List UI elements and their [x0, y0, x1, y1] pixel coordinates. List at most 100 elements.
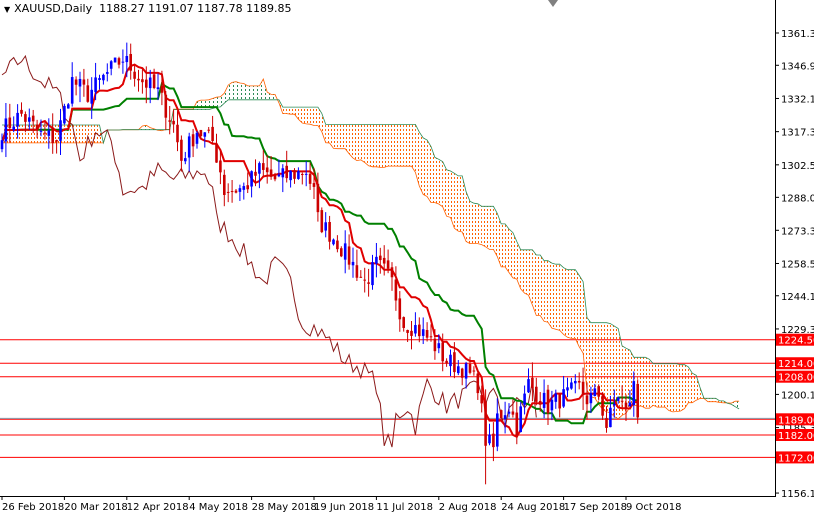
- candle-body: [429, 336, 433, 338]
- level-label: 1172.00: [778, 453, 814, 464]
- cloud-segment: [427, 139, 431, 203]
- cloud-segment: [684, 364, 689, 409]
- candle-body: [632, 381, 636, 406]
- cloud-segment: [555, 264, 560, 331]
- candle-body: [589, 393, 593, 404]
- candle-body: [449, 354, 452, 367]
- candle-body: [433, 338, 437, 352]
- cloud-segment: [477, 203, 482, 245]
- candle-body: [156, 87, 160, 90]
- candle-body: [176, 124, 179, 143]
- cloud-segment: [657, 363, 662, 408]
- candle-body: [78, 78, 82, 87]
- candle-body: [24, 114, 27, 122]
- cloud-segment: [672, 363, 677, 412]
- candle-body: [464, 363, 468, 379]
- cloud-segment: [364, 124, 369, 166]
- candle-body: [285, 165, 288, 179]
- cloud-segment: [384, 124, 389, 168]
- time-tick-label: 19 Jun 2018: [314, 502, 374, 513]
- candle-body: [121, 61, 125, 63]
- candle-body: [402, 317, 405, 328]
- cloud-segment: [711, 398, 716, 402]
- cloud-segment: [41, 124, 45, 143]
- cloud-segment: [446, 169, 451, 218]
- candle-body: [546, 389, 550, 414]
- candle-body: [20, 109, 23, 114]
- price-chart[interactable]: 1361.30 1346.90 1332.10 1317.30 1302.50 1288.…: [0, 0, 814, 514]
- price-tick-label: 1361.30: [781, 29, 814, 40]
- candle-body: [476, 373, 480, 394]
- candle-body: [347, 246, 351, 265]
- candle-body: [262, 163, 265, 170]
- price-tick-label: 1156.10: [781, 489, 814, 500]
- candle-body: [445, 360, 448, 364]
- candle-body: [160, 85, 164, 93]
- cloud-segment: [645, 357, 650, 409]
- candle-body: [538, 400, 542, 405]
- candle-body: [113, 57, 117, 63]
- chart-shift-marker-icon[interactable]: [548, 0, 558, 7]
- candle-body: [137, 78, 140, 81]
- cloud-segment: [239, 82, 244, 100]
- candle-body: [4, 118, 8, 142]
- cloud-segment: [399, 124, 404, 167]
- cloud-segment: [368, 124, 373, 167]
- candle-body: [51, 127, 54, 144]
- price-tick-label: 1302.50: [781, 161, 814, 172]
- candle-body: [609, 407, 612, 428]
- price-tick-label: 1258.50: [781, 259, 814, 270]
- candle-body: [234, 190, 238, 193]
- candle-body: [184, 158, 187, 162]
- cloud-segment: [325, 124, 330, 143]
- cloud-segment: [341, 124, 346, 149]
- cloud-segment: [356, 124, 361, 161]
- cloud-segment: [470, 201, 474, 244]
- cloud-segment: [204, 99, 209, 110]
- cloud-segment: [454, 173, 459, 232]
- candle-body: [191, 134, 195, 147]
- cloud-segment: [21, 124, 26, 143]
- candle-body: [597, 386, 600, 397]
- candle-body: [106, 72, 109, 74]
- candle-body: [316, 183, 320, 213]
- cloud-segment: [563, 267, 568, 338]
- time-tick-label: 4 May 2018: [189, 502, 248, 513]
- price-tick-label: 1273.30: [781, 226, 814, 237]
- cloud-segment: [661, 363, 665, 408]
- cloud-segment: [349, 124, 353, 159]
- cloud-segment: [360, 124, 365, 163]
- level-label: 1224.50: [778, 336, 814, 347]
- cloud-segment: [76, 124, 80, 143]
- cloud-segment: [489, 206, 494, 250]
- cloud-segment: [419, 132, 424, 195]
- candle-body: [70, 77, 74, 104]
- cloud-segment: [372, 124, 377, 167]
- candle-body: [254, 171, 257, 176]
- cloud-segment: [314, 107, 318, 126]
- cloud-segment: [680, 364, 685, 412]
- candle-body: [363, 279, 366, 281]
- candle-body: [624, 402, 628, 408]
- candle-body: [28, 117, 31, 122]
- cloud-segment: [247, 85, 252, 100]
- candle-body: [301, 173, 304, 175]
- candle-body: [421, 329, 425, 336]
- cloud-segment: [286, 107, 291, 115]
- candle-body: [67, 104, 70, 109]
- cloud-segment: [544, 260, 548, 323]
- candle-body: [258, 163, 261, 174]
- candle-body: [613, 403, 616, 406]
- candle-body: [242, 186, 246, 190]
- candle-body: [74, 79, 78, 85]
- time-axis: 26 Feb 2018 20 Mar 201812 Apr 2018 4 May 2…: [1, 496, 681, 513]
- candle-body: [304, 173, 308, 175]
- candle-body: [199, 129, 203, 137]
- candle-body: [453, 352, 456, 373]
- time-tick-label: 28 May 2018: [252, 502, 317, 513]
- candle-body: [102, 74, 105, 81]
- cloud-segment: [567, 269, 572, 339]
- time-tick-label: 20 Mar 2018: [64, 502, 127, 513]
- candle-body: [86, 85, 90, 102]
- candle-body: [265, 167, 269, 173]
